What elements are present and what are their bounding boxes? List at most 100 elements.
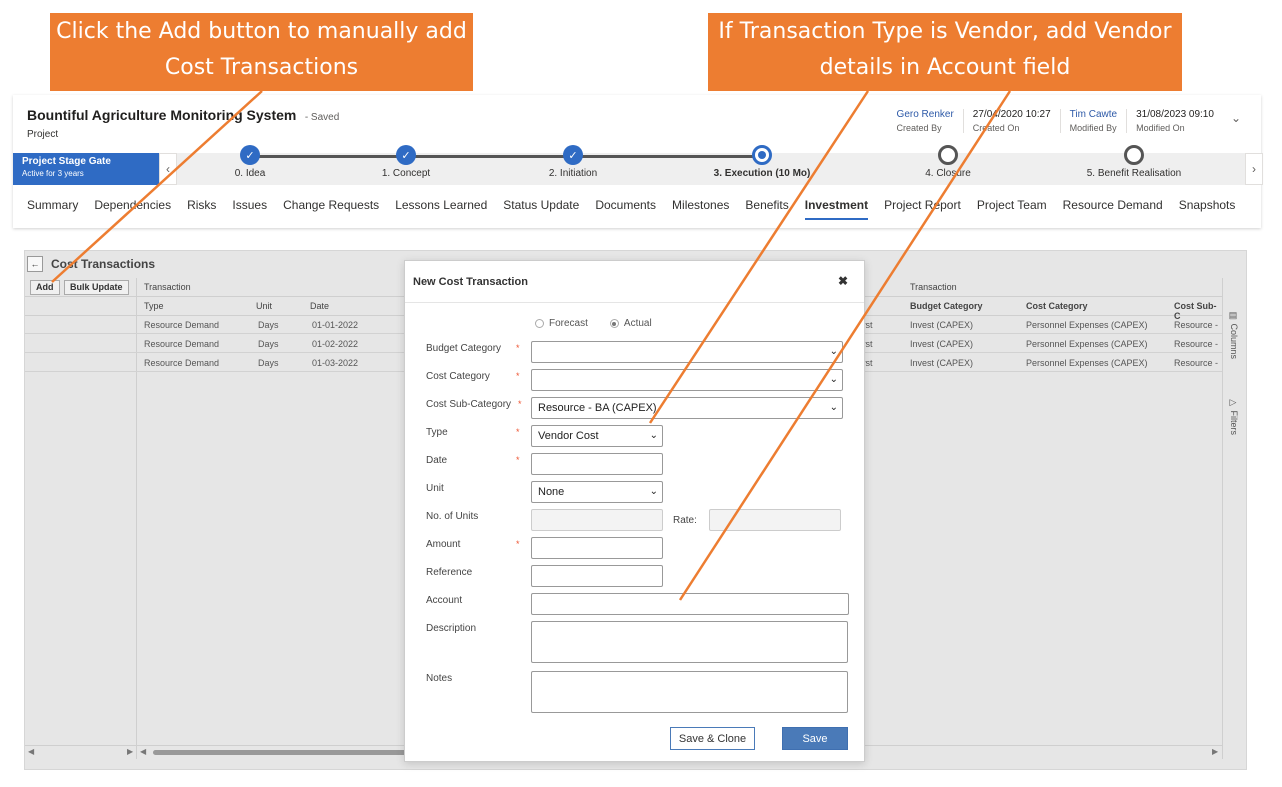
cost-category-select[interactable]: ⌄ <box>531 369 843 391</box>
created-on: 27/04/2020 10:27 Created On <box>962 109 1060 133</box>
tab-dependencies[interactable]: Dependencies <box>94 198 171 220</box>
modified-by-value[interactable]: Tim Cawte <box>1070 109 1117 120</box>
pending-stage-icon[interactable] <box>938 145 958 165</box>
cost-category-label: Cost Category <box>426 371 490 382</box>
filters-label: Filters <box>1229 410 1239 436</box>
created-by[interactable]: Gero Renker Created By <box>888 109 963 133</box>
rate-input <box>709 509 841 531</box>
created-on-label: Created On <box>972 123 1020 133</box>
unit-select[interactable]: None ⌄ <box>531 481 663 503</box>
type-label: Type <box>426 427 448 438</box>
stage-2[interactable]: ✓ 2. Initiation <box>488 145 658 179</box>
description-textarea[interactable] <box>531 621 848 663</box>
tab-snapshots[interactable]: Snapshots <box>1179 198 1236 220</box>
actual-radio-circle[interactable] <box>609 319 619 328</box>
cost-sub-category-select[interactable]: Resource - BA (CAPEX) ⌄ <box>531 397 843 419</box>
column-header-budget-category[interactable]: Budget Category <box>910 301 983 311</box>
stage-gate-flyout[interactable]: Project Stage Gate Active for 3 years <box>13 153 159 185</box>
actual-label: Actual <box>623 318 652 329</box>
account-input[interactable] <box>531 593 849 615</box>
cell-type: Resource Demand <box>144 358 220 368</box>
active-stage-icon[interactable] <box>752 145 772 165</box>
chevron-down-icon: ⌄ <box>829 346 838 357</box>
annotation-callout-vendor: If Transaction Type is Vendor, add Vendo… <box>708 13 1182 91</box>
scroll-left-main-icon[interactable]: ◀ <box>140 747 146 756</box>
stage-label: 0. Idea <box>234 168 266 179</box>
save-button[interactable]: Save <box>782 727 848 750</box>
type-value: Vendor Cost <box>538 430 599 442</box>
cell-type: Resource Demand <box>144 320 220 330</box>
amount-input[interactable] <box>531 537 663 559</box>
column-header-unit[interactable]: Unit <box>256 301 272 311</box>
dialog-title: New Cost Transaction <box>413 276 528 288</box>
required-mark: * <box>516 539 520 549</box>
checkmark-icon[interactable]: ✓ <box>563 145 583 165</box>
filters-panel-toggle[interactable]: ▷ Filters <box>1229 398 1239 435</box>
actual-radio[interactable]: Actual <box>609 318 652 329</box>
description-label: Description <box>426 623 477 634</box>
scroll-right-main-icon[interactable]: ▶ <box>1212 747 1218 756</box>
tab-status-update[interactable]: Status Update <box>503 198 579 220</box>
stage-3[interactable]: 3. Execution (10 Mo) <box>677 145 847 179</box>
group-header-transaction: Transaction <box>144 282 191 292</box>
group-header-transaction-right: Transaction <box>910 282 957 292</box>
budget-category-select[interactable]: ⌄ <box>531 341 843 363</box>
checkmark-icon[interactable]: ✓ <box>240 145 260 165</box>
reference-input[interactable] <box>531 565 663 587</box>
cell-date: 01-03-2022 <box>312 358 359 368</box>
tab-investment[interactable]: Investment <box>804 198 869 220</box>
tab-benefits[interactable]: Benefits <box>745 198 788 220</box>
date-input[interactable] <box>531 453 663 475</box>
columns-icon: ▤ <box>1229 311 1239 324</box>
stage-4[interactable]: 4. Closure <box>863 145 1033 179</box>
columns-panel-toggle[interactable]: ▤ Columns <box>1229 311 1239 359</box>
chevron-down-icon: ⌄ <box>829 402 838 413</box>
close-icon[interactable]: ✖ <box>838 274 848 288</box>
columns-label: Columns <box>1229 323 1239 360</box>
tab-resource-demand[interactable]: Resource Demand <box>1063 198 1163 220</box>
tab-documents[interactable]: Documents <box>595 198 656 220</box>
save-and-clone-button[interactable]: Save & Clone <box>670 727 755 750</box>
tab-change-requests[interactable]: Change Requests <box>283 198 379 220</box>
tab-bar: Summary Dependencies Risks Issues Change Req… <box>27 198 1251 220</box>
notes-textarea[interactable] <box>531 671 848 713</box>
tab-risks[interactable]: Risks <box>187 198 216 220</box>
cell-date: 01-01-2022 <box>312 320 359 330</box>
cell-cost: Personnel Expenses (CAPEX) <box>1026 339 1148 349</box>
required-mark: * <box>516 343 520 353</box>
modified-by[interactable]: Tim Cawte Modified By <box>1059 109 1126 133</box>
reference-label: Reference <box>426 567 473 578</box>
type-select[interactable]: Vendor Cost ⌄ <box>531 425 663 447</box>
tab-project-team[interactable]: Project Team <box>977 198 1047 220</box>
scroll-right-pinned-icon[interactable]: ▶ <box>127 747 133 756</box>
date-label: Date <box>426 455 448 466</box>
column-header-date[interactable]: Date <box>310 301 329 311</box>
created-by-value[interactable]: Gero Renker <box>897 109 954 120</box>
tab-milestones[interactable]: Milestones <box>672 198 729 220</box>
expand-header-chevron-icon[interactable]: ⌄ <box>1231 111 1241 125</box>
column-header-type[interactable]: Type <box>144 301 164 311</box>
new-cost-transaction-dialog: New Cost Transaction ✖ Forecast Actual B… <box>404 260 865 762</box>
tab-issues[interactable]: Issues <box>232 198 267 220</box>
tab-project-report[interactable]: Project Report <box>884 198 961 220</box>
pending-stage-icon[interactable] <box>1124 145 1144 165</box>
back-arrow-icon[interactable]: ← <box>27 256 43 272</box>
annotation-callout-add: Click the Add button to manually add Cos… <box>50 13 473 91</box>
forecast-radio-circle[interactable] <box>535 319 544 328</box>
stage-next-chevron-icon[interactable]: › <box>1245 153 1263 185</box>
no-of-units-input <box>531 509 663 531</box>
stage-5[interactable]: 5. Benefit Realisation <box>1049 145 1219 179</box>
account-label: Account <box>426 595 463 606</box>
forecast-radio[interactable]: Forecast <box>535 318 588 329</box>
stage-label: 3. Execution (10 Mo) <box>713 168 811 179</box>
stage-1[interactable]: ✓ 1. Concept <box>321 145 491 179</box>
stage-0[interactable]: ✓ 0. Idea <box>165 145 335 179</box>
tab-summary[interactable]: Summary <box>27 198 78 220</box>
scroll-left-icon[interactable]: ◀ <box>28 747 34 756</box>
column-header-cost-category[interactable]: Cost Category <box>1026 301 1088 311</box>
grid-tool-sidebar: ▤ Columns ▷ Filters <box>1222 278 1246 759</box>
tab-lessons-learned[interactable]: Lessons Learned <box>395 198 487 220</box>
no-of-units-label: No. of Units <box>426 511 479 522</box>
required-mark: * <box>516 371 520 381</box>
checkmark-icon[interactable]: ✓ <box>396 145 416 165</box>
